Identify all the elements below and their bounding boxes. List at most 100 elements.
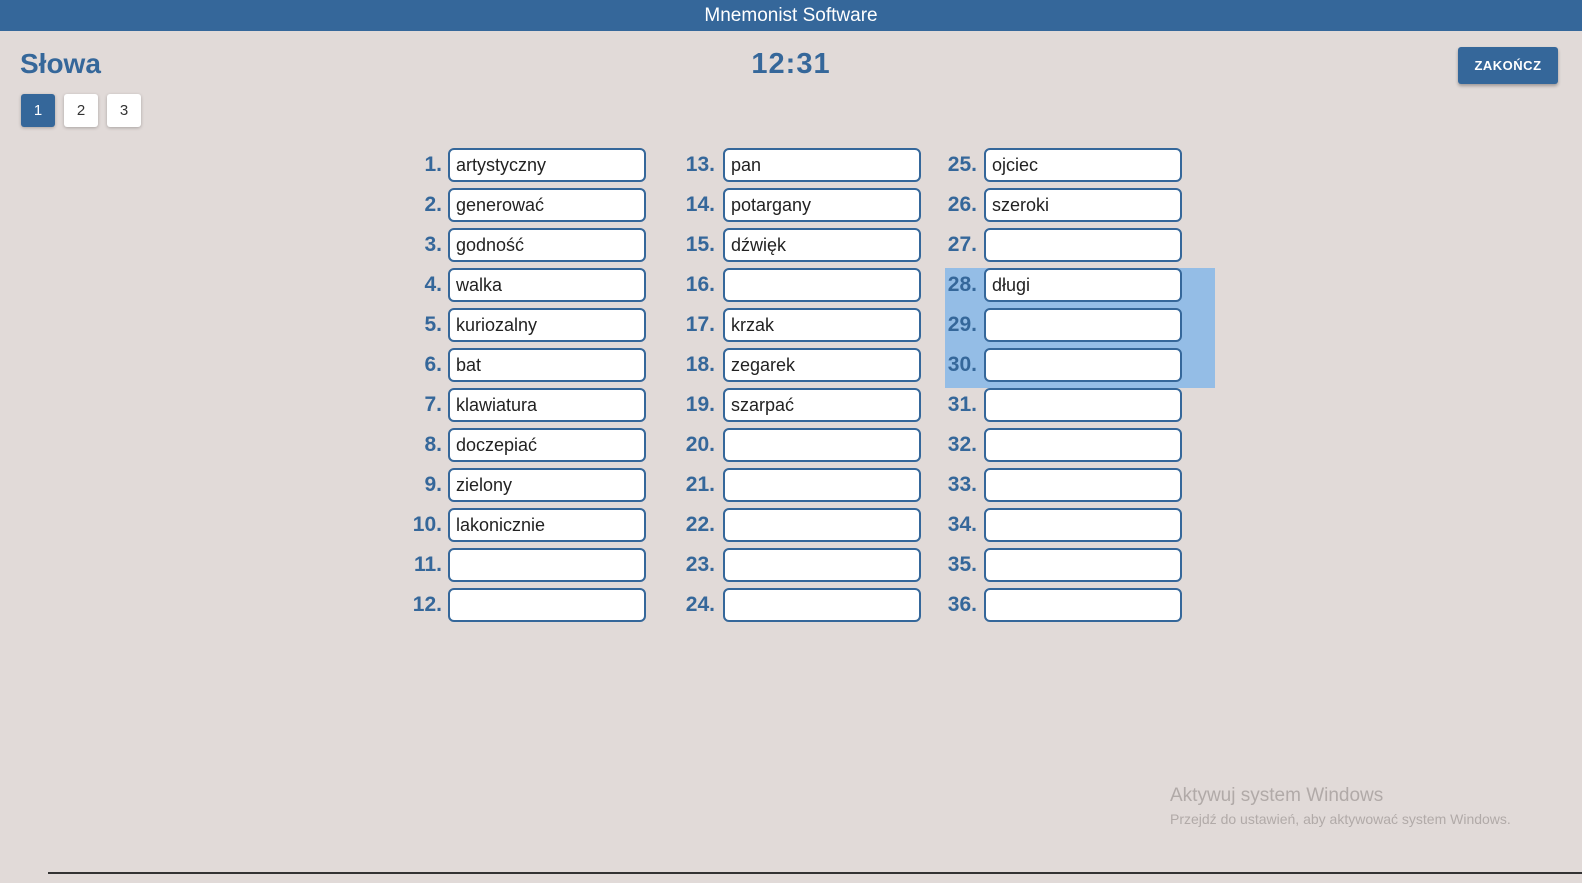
word-number: 18. — [685, 353, 715, 376]
word-row: 1. — [405, 148, 675, 188]
word-input[interactable] — [723, 388, 921, 422]
word-number: 28. — [947, 273, 977, 296]
word-input[interactable] — [984, 428, 1182, 462]
word-input[interactable] — [984, 348, 1182, 382]
windows-activation-watermark: Aktywuj system Windows Przejdź do ustawi… — [1170, 785, 1511, 827]
word-number: 17. — [685, 313, 715, 336]
word-input[interactable] — [984, 468, 1182, 502]
word-input[interactable] — [723, 428, 921, 462]
word-number: 10. — [412, 513, 442, 536]
watermark-title: Aktywuj system Windows — [1170, 785, 1384, 806]
word-row: 35. — [945, 548, 1215, 588]
word-number: 34. — [947, 513, 977, 536]
word-number: 12. — [412, 593, 442, 616]
word-row: 12. — [405, 588, 675, 628]
word-row: 19. — [675, 388, 945, 428]
word-number: 26. — [947, 193, 977, 216]
page-button-2[interactable]: 2 — [64, 94, 98, 127]
word-input[interactable] — [984, 548, 1182, 582]
word-number: 29. — [947, 313, 977, 336]
word-row: 5. — [405, 308, 675, 348]
word-input[interactable] — [984, 188, 1182, 222]
word-row: 14. — [675, 188, 945, 228]
word-input[interactable] — [448, 388, 646, 422]
word-input[interactable] — [448, 268, 646, 302]
word-row: 21. — [675, 468, 945, 508]
word-input[interactable] — [984, 268, 1182, 302]
finish-button[interactable]: ZAKOŃCZ — [1458, 47, 1558, 84]
page-button-1[interactable]: 1 — [21, 94, 55, 127]
word-row: 30. — [945, 348, 1215, 388]
app-titlebar: Mnemonist Software — [0, 0, 1582, 31]
word-row: 25. — [945, 148, 1215, 188]
word-input[interactable] — [448, 508, 646, 542]
word-input[interactable] — [448, 188, 646, 222]
word-row: 26. — [945, 188, 1215, 228]
word-number: 25. — [947, 153, 977, 176]
word-row: 18. — [675, 348, 945, 388]
countdown-timer: 12:31 — [751, 48, 831, 80]
word-number: 23. — [685, 553, 715, 576]
word-input[interactable] — [984, 388, 1182, 422]
word-row: 32. — [945, 428, 1215, 468]
word-input[interactable] — [723, 308, 921, 342]
word-number: 7. — [424, 393, 442, 416]
word-row: 23. — [675, 548, 945, 588]
word-number: 13. — [685, 153, 715, 176]
word-row: 15. — [675, 228, 945, 268]
word-number: 32. — [947, 433, 977, 456]
word-input[interactable] — [723, 148, 921, 182]
word-input[interactable] — [984, 308, 1182, 342]
word-number: 31. — [947, 393, 977, 416]
word-number: 20. — [685, 433, 715, 456]
word-row: 22. — [675, 508, 945, 548]
word-input[interactable] — [723, 228, 921, 262]
word-number: 22. — [685, 513, 715, 536]
word-input[interactable] — [984, 508, 1182, 542]
word-input[interactable] — [723, 348, 921, 382]
word-row: 9. — [405, 468, 675, 508]
word-row: 24. — [675, 588, 945, 628]
word-row: 3. — [405, 228, 675, 268]
word-row: 20. — [675, 428, 945, 468]
word-input[interactable] — [723, 548, 921, 582]
word-number: 24. — [685, 593, 715, 616]
word-row: 17. — [675, 308, 945, 348]
word-input[interactable] — [448, 308, 646, 342]
watermark-subtitle: Przejdź do ustawień, aby aktywować syste… — [1170, 811, 1511, 827]
page-pagination: 1 2 3 — [21, 94, 141, 127]
word-number: 16. — [685, 273, 715, 296]
page-button-3[interactable]: 3 — [107, 94, 141, 127]
word-number: 30. — [947, 353, 977, 376]
word-number: 11. — [413, 553, 442, 576]
word-grid: 1. 2. 3. 4. 5. 6. 7. 8. 9. 10. 11. 12. 13. 14. 15. 16.… — [0, 148, 1582, 628]
word-row: 16. — [675, 268, 945, 308]
word-input[interactable] — [723, 268, 921, 302]
word-row: 36. — [945, 588, 1215, 628]
word-number: 4. — [424, 273, 442, 296]
word-column-2: 13. 14. 15. 16. 17. 18. 19. 20. 21. 22. 23. 24. — [675, 148, 945, 628]
word-input[interactable] — [723, 508, 921, 542]
taskbar-edge — [48, 872, 1582, 874]
word-number: 15. — [685, 233, 715, 256]
word-row: 31. — [945, 388, 1215, 428]
word-row: 27. — [945, 228, 1215, 268]
word-input[interactable] — [723, 468, 921, 502]
word-input[interactable] — [984, 228, 1182, 262]
word-input[interactable] — [448, 588, 646, 622]
word-input[interactable] — [984, 588, 1182, 622]
word-input[interactable] — [448, 148, 646, 182]
word-input[interactable] — [984, 148, 1182, 182]
word-input[interactable] — [448, 548, 646, 582]
word-number: 8. — [424, 433, 442, 456]
word-input[interactable] — [448, 228, 646, 262]
word-number: 9. — [424, 473, 442, 496]
word-input[interactable] — [448, 468, 646, 502]
word-row: 13. — [675, 148, 945, 188]
word-input[interactable] — [723, 588, 921, 622]
word-input[interactable] — [448, 348, 646, 382]
word-input[interactable] — [448, 428, 646, 462]
word-row: 28. — [945, 268, 1215, 308]
word-row: 11. — [405, 548, 675, 588]
word-input[interactable] — [723, 188, 921, 222]
